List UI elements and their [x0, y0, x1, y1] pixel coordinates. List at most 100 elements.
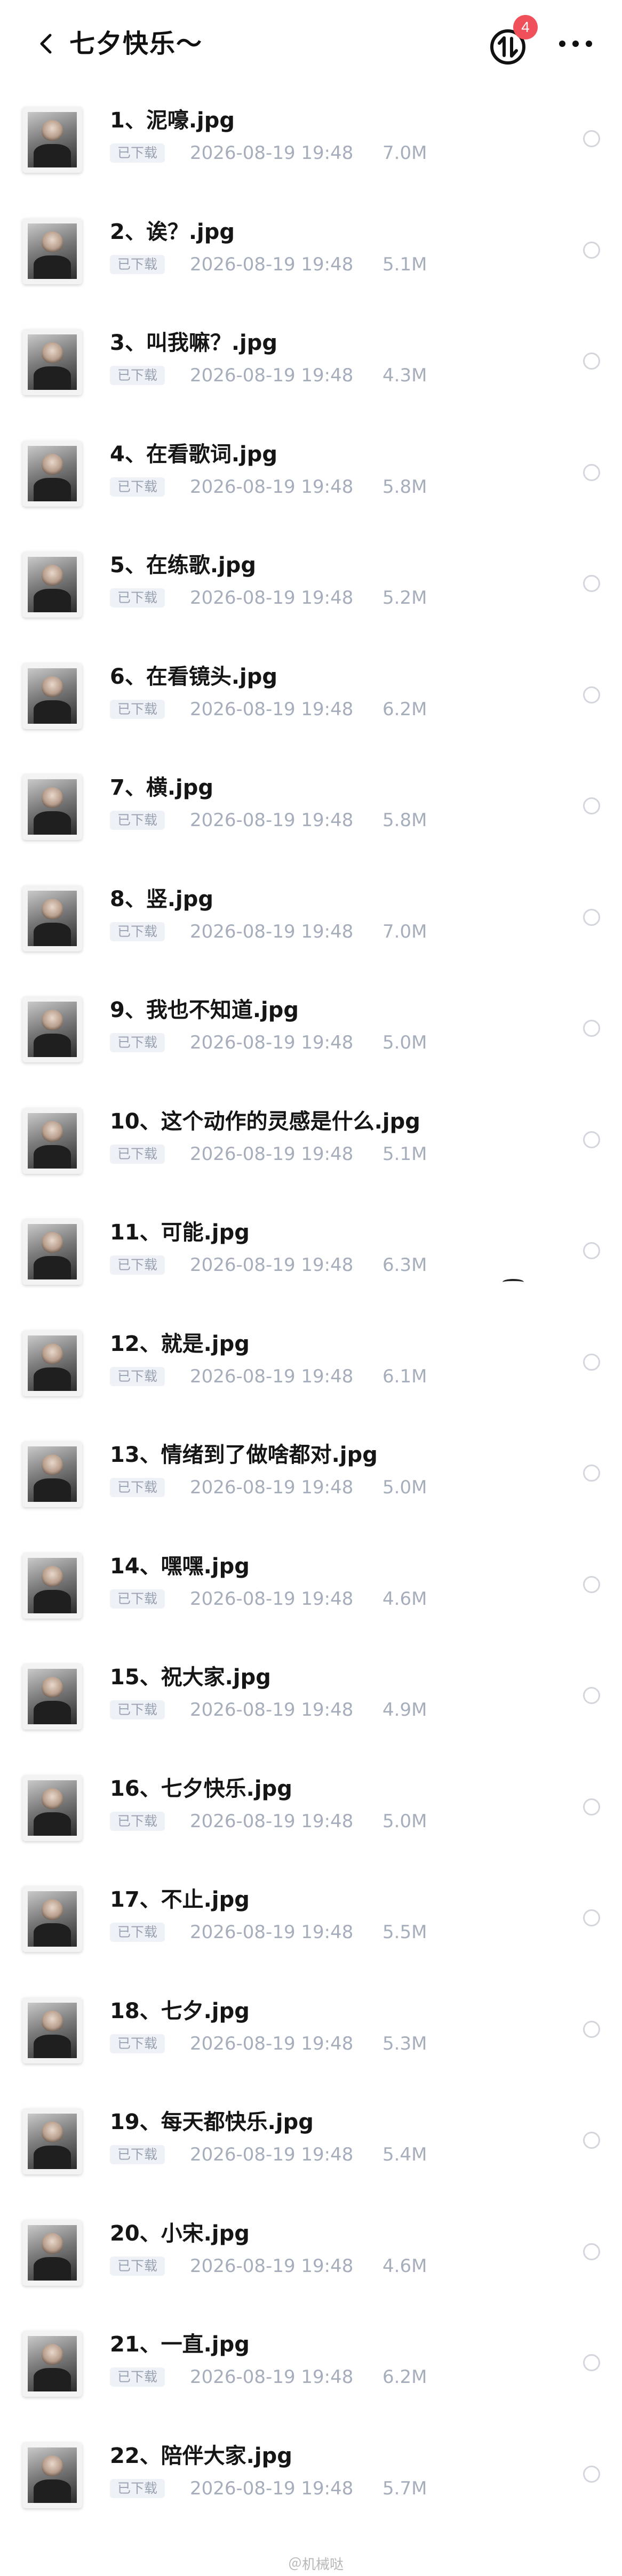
file-row[interactable]: 2、诶？.jpg 已下载 2026-08-19 19:48 5.1M — [0, 202, 622, 313]
file-size: 5.3M — [382, 2033, 427, 2054]
file-date: 2026-08-19 19:48 — [190, 587, 354, 609]
file-date: 2026-08-19 19:48 — [190, 1143, 354, 1165]
file-row[interactable]: 7、横.jpg 已下载 2026-08-19 19:48 5.8M — [0, 758, 622, 869]
radio-circle-icon[interactable] — [583, 909, 600, 926]
radio-circle-icon[interactable] — [583, 1465, 600, 1482]
downloaded-badge: 已下载 — [110, 1367, 165, 1386]
photo-thumbnail-icon[interactable] — [22, 2442, 82, 2508]
file-date: 2026-08-19 19:48 — [190, 142, 354, 164]
photo-thumbnail-icon[interactable] — [22, 218, 82, 284]
radio-circle-icon[interactable] — [583, 1020, 600, 1037]
watermark: ＠机械哒 — [288, 2557, 344, 2573]
file-date: 2026-08-19 19:48 — [190, 365, 354, 386]
photo-thumbnail-icon[interactable] — [22, 107, 82, 173]
photo-thumbnail-icon[interactable] — [22, 1553, 82, 1619]
radio-circle-icon[interactable] — [583, 2132, 600, 2149]
radio-circle-icon[interactable] — [583, 686, 600, 703]
file-row[interactable]: 16、七夕快乐.jpg 已下载 2026-08-19 19:48 5.0M — [0, 1759, 622, 1870]
file-size: 6.2M — [382, 2366, 427, 2388]
radio-circle-icon[interactable] — [583, 1131, 600, 1148]
file-row[interactable]: 11、可能.jpg 已下载 2026-08-19 19:48 6.3M — [0, 1203, 622, 1314]
downloaded-badge: 已下载 — [110, 1255, 165, 1275]
photo-thumbnail-icon[interactable] — [22, 1108, 82, 1174]
photo-thumbnail-icon[interactable] — [22, 1219, 82, 1285]
file-size: 5.8M — [382, 810, 427, 831]
file-name: 14、嘿嘿.jpg — [110, 1554, 250, 1579]
photo-thumbnail-icon[interactable] — [22, 1330, 82, 1396]
file-name: 13、情绪到了做啥都对.jpg — [110, 1443, 378, 1467]
downloaded-badge: 已下载 — [110, 2257, 165, 2276]
file-size: 5.8M — [382, 476, 427, 498]
file-row[interactable]: 21、一直.jpg 已下载 2026-08-19 19:48 6.2M — [0, 2315, 622, 2426]
photo-thumbnail-icon[interactable] — [22, 1886, 82, 1952]
downloaded-badge: 已下载 — [110, 366, 165, 385]
radio-circle-icon[interactable] — [583, 1687, 600, 1704]
file-row[interactable]: 22、陪伴大家.jpg 已下载 2026-08-19 19:48 5.7M — [0, 2426, 622, 2537]
radio-circle-icon[interactable] — [583, 1576, 600, 1593]
file-row[interactable]: 14、嘿嘿.jpg 已下载 2026-08-19 19:48 4.6M — [0, 1537, 622, 1647]
radio-circle-icon[interactable] — [583, 353, 600, 370]
photo-thumbnail-icon[interactable] — [22, 1441, 82, 1507]
file-row[interactable]: 4、在看歌词.jpg 已下载 2026-08-19 19:48 5.8M — [0, 425, 622, 535]
radio-circle-icon[interactable] — [583, 2021, 600, 2038]
file-date: 2026-08-19 19:48 — [190, 2478, 354, 2499]
photo-thumbnail-icon[interactable] — [22, 996, 82, 1062]
file-size: 5.7M — [382, 2478, 427, 2499]
photo-thumbnail-icon[interactable] — [22, 329, 82, 395]
file-row[interactable]: 12、就是.jpg 已下载 2026-08-19 19:48 6.1M — [0, 1314, 622, 1425]
radio-circle-icon[interactable] — [583, 130, 600, 147]
file-size: 6.2M — [382, 699, 427, 720]
photo-thumbnail-icon[interactable] — [22, 1775, 82, 1841]
file-name: 15、祝大家.jpg — [110, 1665, 271, 1690]
file-date: 2026-08-19 19:48 — [190, 1922, 354, 1943]
file-row[interactable]: 19、每天都快乐.jpg 已下载 2026-08-19 19:48 5.4M — [0, 2092, 622, 2203]
photo-thumbnail-icon[interactable] — [22, 2331, 82, 2397]
file-size: 5.4M — [382, 2144, 427, 2165]
file-date: 2026-08-19 19:48 — [190, 1699, 354, 1721]
radio-circle-icon[interactable] — [583, 1242, 600, 1259]
radio-circle-icon[interactable] — [583, 575, 600, 592]
radio-circle-icon[interactable] — [583, 1909, 600, 1926]
photo-thumbnail-icon[interactable] — [22, 1997, 82, 2063]
photo-thumbnail-icon[interactable] — [22, 2220, 82, 2286]
photo-thumbnail-icon[interactable] — [22, 2108, 82, 2174]
file-date: 2026-08-19 19:48 — [190, 2366, 354, 2388]
file-row[interactable]: 13、情绪到了做啥都对.jpg 已下载 2026-08-19 19:48 5.0M — [0, 1425, 622, 1536]
radio-circle-icon[interactable] — [583, 1798, 600, 1815]
chevron-left-icon[interactable] — [31, 28, 63, 60]
radio-circle-icon[interactable] — [583, 1354, 600, 1371]
downloaded-badge: 已下载 — [110, 143, 165, 163]
file-row[interactable]: 18、七夕.jpg 已下载 2026-08-19 19:48 5.3M — [0, 1981, 622, 2092]
file-row[interactable]: 8、竖.jpg 已下载 2026-08-19 19:48 7.0M — [0, 869, 622, 980]
file-size: 5.5M — [382, 1922, 427, 1943]
file-row[interactable]: 6、在看镜头.jpg 已下载 2026-08-19 19:48 6.2M — [0, 647, 622, 758]
radio-circle-icon[interactable] — [583, 2243, 600, 2260]
file-name: 8、竖.jpg — [110, 887, 214, 911]
file-row[interactable]: 17、不止.jpg 已下载 2026-08-19 19:48 5.5M — [0, 1870, 622, 1981]
downloaded-badge: 已下载 — [110, 2034, 165, 2053]
downloaded-badge: 已下载 — [110, 1033, 165, 1052]
radio-circle-icon[interactable] — [583, 797, 600, 814]
file-row[interactable]: 15、祝大家.jpg 已下载 2026-08-19 19:48 4.9M — [0, 1647, 622, 1758]
photo-thumbnail-icon[interactable] — [22, 774, 82, 840]
radio-circle-icon[interactable] — [583, 242, 600, 259]
more-horizontal-icon[interactable] — [555, 33, 596, 54]
photo-thumbnail-icon[interactable] — [22, 885, 82, 951]
file-row[interactable]: 5、在练歌.jpg 已下载 2026-08-19 19:48 5.2M — [0, 535, 622, 646]
file-row[interactable]: 1、泥嚎.jpg 已下载 2026-08-19 19:48 7.0M — [0, 91, 622, 202]
radio-circle-icon[interactable] — [583, 2466, 600, 2483]
file-name: 12、就是.jpg — [110, 1332, 250, 1356]
file-size: 6.1M — [382, 1366, 427, 1387]
file-row[interactable]: 10、这个动作的灵感是什么.jpg 已下载 2026-08-19 19:48 5.1M — [0, 1092, 622, 1203]
file-row[interactable]: 9、我也不知道.jpg 已下载 2026-08-19 19:48 5.0M — [0, 980, 622, 1091]
photo-thumbnail-icon[interactable] — [22, 663, 82, 729]
file-row[interactable]: 20、小宋.jpg 已下载 2026-08-19 19:48 4.6M — [0, 2204, 622, 2315]
radio-circle-icon[interactable] — [583, 464, 600, 481]
photo-thumbnail-icon[interactable] — [22, 441, 82, 507]
file-row[interactable]: 3、叫我嘛？.jpg 已下载 2026-08-19 19:48 4.3M — [0, 313, 622, 424]
photo-thumbnail-icon[interactable] — [22, 1663, 82, 1730]
radio-circle-icon[interactable] — [583, 2354, 600, 2371]
photo-thumbnail-icon[interactable] — [22, 551, 82, 618]
file-date: 2026-08-19 19:48 — [190, 2033, 354, 2054]
downloaded-badge: 已下载 — [110, 1923, 165, 1942]
